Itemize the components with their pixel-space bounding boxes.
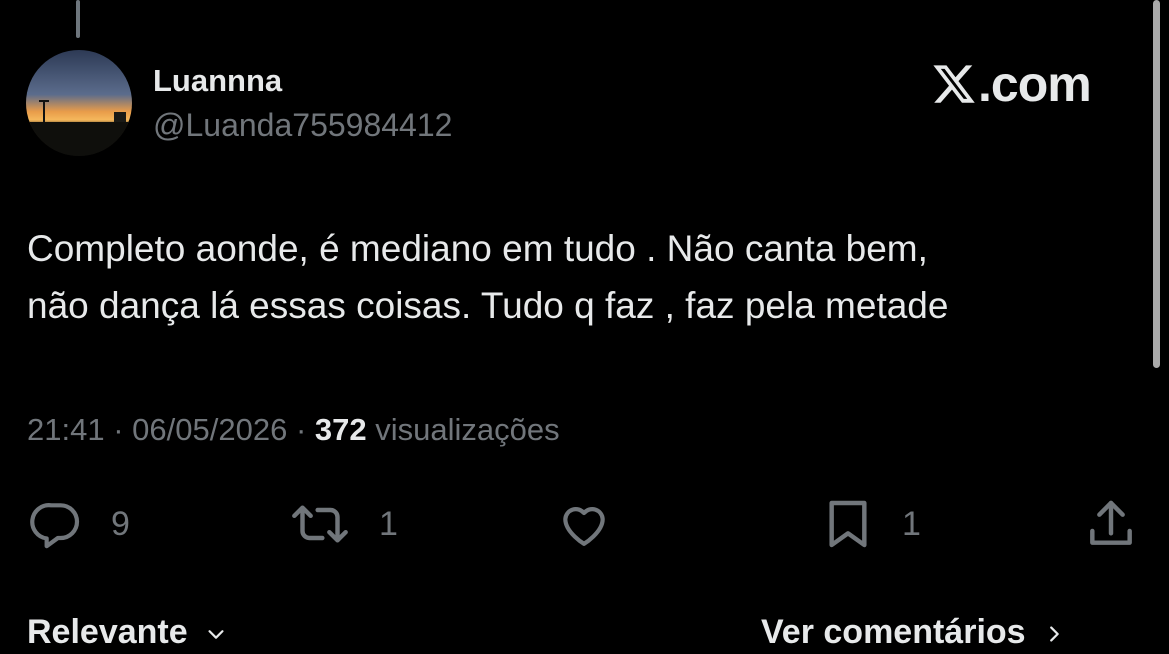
- thread-connector-line: [76, 0, 80, 38]
- x-logo-icon: [933, 65, 975, 103]
- view-comments-link[interactable]: Ver comentários: [761, 610, 1065, 654]
- brand-logo: .com: [931, 56, 1092, 112]
- share-button[interactable]: [1083, 496, 1139, 552]
- views-label: visualizações: [375, 412, 560, 447]
- tweet-time[interactable]: 21:41: [27, 412, 105, 447]
- tweet-date[interactable]: 06/05/2026: [132, 412, 287, 447]
- chevron-right-icon: [1050, 626, 1059, 642]
- bookmark-count: 1: [902, 505, 921, 543]
- share-icon: [1090, 500, 1132, 545]
- view-comments-label: Ver comentários: [761, 613, 1026, 651]
- retweet-button[interactable]: 1: [287, 496, 398, 552]
- sort-dropdown[interactable]: Relevante: [27, 610, 227, 654]
- avatar[interactable]: [26, 50, 132, 156]
- retweet-icon: [292, 505, 348, 543]
- tweet-text: Completo aonde, é mediano em tudo . Não …: [27, 220, 1127, 334]
- retweet-count: 1: [379, 505, 398, 543]
- bookmark-button[interactable]: 1: [820, 496, 921, 552]
- reply-count: 9: [111, 505, 130, 543]
- tweet-text-line: Completo aonde, é mediano em tudo . Não …: [27, 228, 928, 269]
- views-count: 372: [314, 412, 367, 447]
- tweet-meta: 21:41 · 06/05/2026 · 372 visualizações: [27, 410, 560, 450]
- brand-text: .com: [978, 56, 1092, 112]
- reply-icon: [30, 503, 80, 549]
- heart-icon: [563, 507, 605, 546]
- sort-label: Relevante: [27, 613, 188, 651]
- tweet-text-line: não dança lá essas coisas. Tudo q faz , …: [27, 285, 949, 326]
- author-display-name[interactable]: Luannna: [153, 61, 282, 101]
- chevron-down-icon: [208, 630, 224, 639]
- meta-separator: ·: [295, 412, 307, 447]
- like-button[interactable]: [554, 496, 640, 552]
- reply-button[interactable]: 9: [27, 496, 130, 552]
- avatar-sunset-image: [26, 50, 132, 156]
- author-handle[interactable]: @Luanda755984412: [153, 105, 452, 145]
- meta-separator: ·: [113, 412, 124, 447]
- bookmark-icon: [829, 500, 867, 548]
- scrollbar[interactable]: [1153, 0, 1160, 368]
